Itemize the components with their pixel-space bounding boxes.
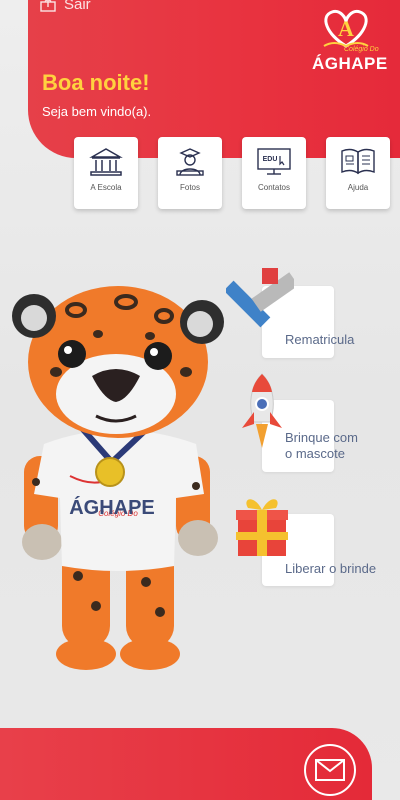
exit-button[interactable]: Sair xyxy=(40,0,91,13)
action-label-rematricula: Rematricula xyxy=(285,332,355,347)
svg-text:A: A xyxy=(338,16,354,41)
welcome-text: Seja bem vindo(a). xyxy=(42,104,152,119)
action-label-brinde: Liberar o brinde xyxy=(285,561,377,576)
gift-icon xyxy=(236,499,288,556)
tile-escola[interactable]: A Escola xyxy=(74,137,138,209)
greeting-title: Boa noite! xyxy=(42,70,150,95)
action-label-line2: o mascote xyxy=(285,446,345,461)
rocket-icon xyxy=(242,373,282,448)
action-label-line1: Brinque com xyxy=(285,430,358,445)
graduate-icon xyxy=(176,148,204,176)
school-building-icon xyxy=(89,148,123,176)
exit-label: Sair xyxy=(64,0,91,13)
tile-ajuda[interactable]: Ajuda xyxy=(326,137,390,209)
jaguar-mascot[interactable]: Colégio Do ÁGHAPE xyxy=(0,276,240,696)
mail-button[interactable] xyxy=(304,744,356,796)
tile-fotos[interactable]: Fotos xyxy=(158,137,222,209)
shirt-logo-text: ÁGHAPE xyxy=(69,496,155,519)
book-icon xyxy=(341,148,375,175)
edu-monitor-icon: EDU xyxy=(257,148,291,175)
tile-contatos[interactable]: EDU Contatos xyxy=(242,137,306,209)
logo-subtitle: Colégio Do xyxy=(344,46,379,53)
tile-label: Fotos xyxy=(179,183,200,192)
svg-text:EDU: EDU xyxy=(263,156,278,163)
tile-label: A Escola xyxy=(90,183,122,192)
action-label-mascote: Brinque com o mascote xyxy=(285,430,358,462)
tile-label: Ajuda xyxy=(347,183,369,192)
exit-icon xyxy=(40,0,56,12)
tile-label: Contatos xyxy=(257,183,291,192)
logo-name: ÁGHAPE xyxy=(312,54,388,73)
ruler-pencil-icon xyxy=(226,268,294,328)
mail-icon xyxy=(315,759,345,781)
